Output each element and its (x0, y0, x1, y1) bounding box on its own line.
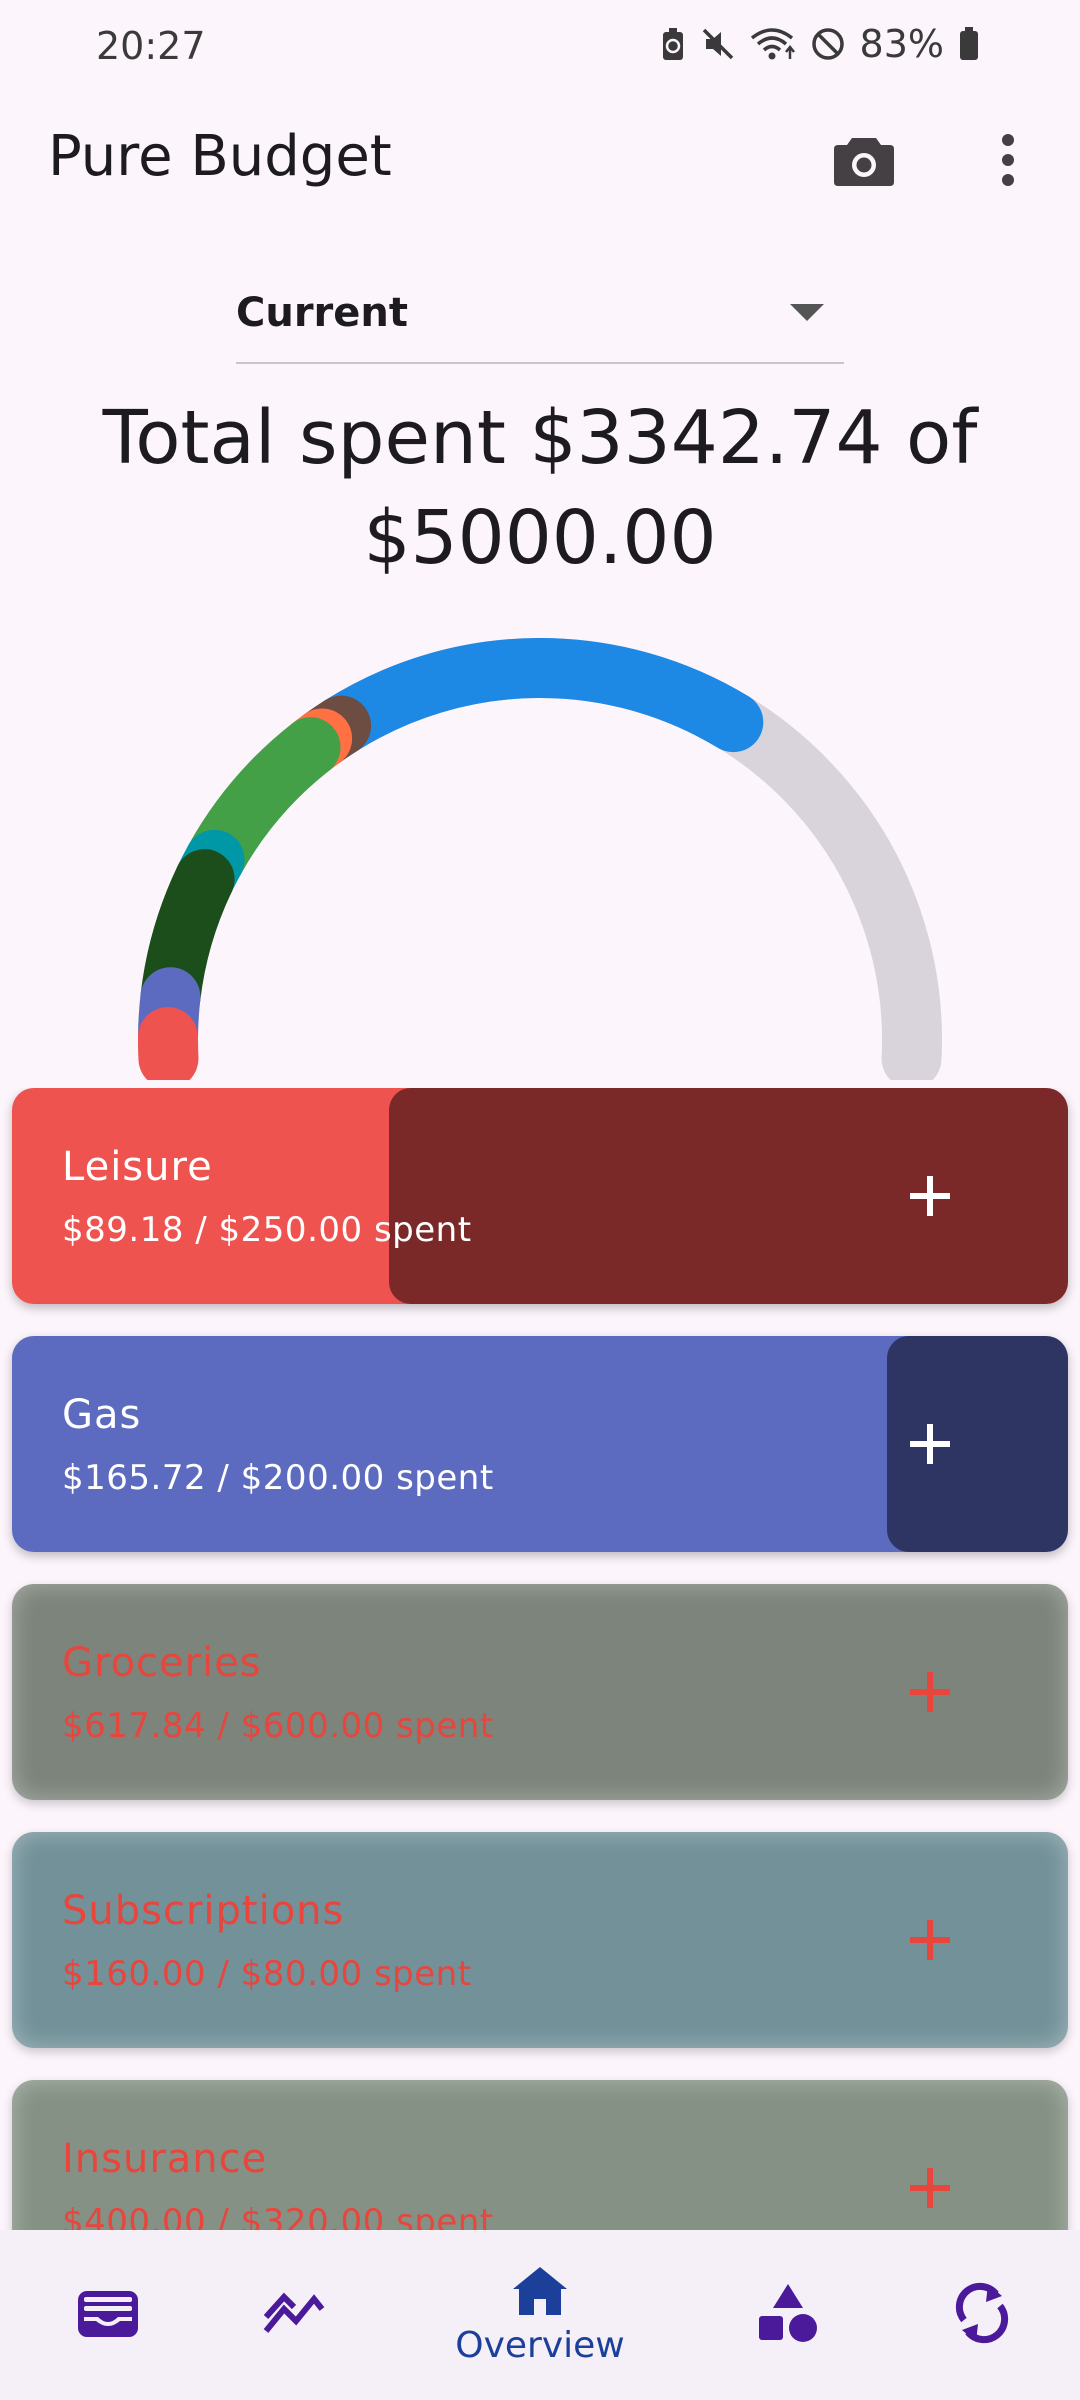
camera-icon (832, 132, 896, 192)
plus-icon (910, 1176, 950, 1216)
add-expense-button[interactable] (898, 1412, 962, 1476)
category-name: Insurance (62, 2136, 268, 2182)
nav-recurring[interactable] (874, 2230, 1080, 2400)
status-bar: 20:27 83% (0, 0, 1080, 96)
bottom-navigation: Overview (0, 2230, 1080, 2400)
total-spent-summary: Total spent $3342.74 of $5000.00 (102, 395, 978, 581)
category-name: Gas (62, 1392, 142, 1438)
category-card[interactable]: Gas $165.72 / $200.00 spent (12, 1336, 1068, 1552)
nav-overview-label: Overview (455, 2324, 625, 2366)
battery-icon (958, 26, 980, 62)
add-expense-button[interactable] (898, 2156, 962, 2220)
recurring-icon (954, 2282, 1010, 2348)
battery-saver-icon (660, 26, 686, 62)
spending-gauge (138, 638, 942, 1080)
category-amount: $165.72 / $200.00 spent (62, 1458, 494, 1498)
app-bar: Pure Budget (0, 110, 1080, 210)
gauge-segment (311, 638, 764, 756)
plus-icon (910, 1920, 950, 1960)
nav-categories[interactable] (680, 2230, 896, 2400)
add-expense-button[interactable] (898, 1164, 962, 1228)
camera-button[interactable] (826, 124, 902, 200)
battery-percent: 83% (859, 22, 944, 66)
category-card[interactable]: Groceries $617.84 / $600.00 spent (12, 1584, 1068, 1800)
category-progress-fill (389, 1088, 1068, 1304)
app-title: Pure Budget (48, 124, 392, 189)
more-vert-icon (1000, 132, 1016, 192)
plus-icon (910, 1424, 950, 1464)
add-expense-button[interactable] (898, 1660, 962, 1724)
status-time: 20:27 (96, 24, 206, 68)
trend-icon (262, 2291, 326, 2339)
gauge-track (138, 638, 942, 1080)
do-not-disturb-icon (810, 26, 846, 62)
category-amount: $400.00 / $320.00 spent (62, 2202, 494, 2230)
categories-icon (757, 2282, 819, 2348)
more-options-button[interactable] (978, 124, 1038, 200)
category-name: Leisure (62, 1144, 213, 1190)
category-name: Groceries (62, 1640, 262, 1686)
plus-icon (910, 2168, 950, 2208)
nav-wallet[interactable] (0, 2230, 216, 2400)
category-card[interactable]: Insurance $400.00 / $320.00 spent (12, 2080, 1068, 2230)
nav-overview[interactable]: Overview (432, 2230, 648, 2400)
category-card[interactable]: Leisure $89.18 / $250.00 spent (12, 1088, 1068, 1304)
nav-trends[interactable] (186, 2230, 402, 2400)
category-amount: $89.18 / $250.00 spent (62, 1210, 472, 1250)
period-dropdown[interactable]: Current (236, 280, 844, 364)
category-list: Leisure $89.18 / $250.00 spent Gas $165.72 … (0, 1088, 1080, 2230)
wallet-icon (76, 2287, 140, 2343)
wifi-icon (750, 26, 796, 62)
category-name: Subscriptions (62, 1888, 345, 1934)
category-amount: $160.00 / $80.00 spent (62, 1954, 472, 1994)
status-icons: 83% (660, 22, 980, 66)
add-expense-button[interactable] (898, 1908, 962, 1972)
category-amount: $617.84 / $600.00 spent (62, 1706, 494, 1746)
home-icon (511, 2265, 569, 2321)
screen: 20:27 83% Pure Budget Current Total spen… (0, 0, 1080, 2400)
dropdown-arrow-icon (790, 304, 824, 326)
plus-icon (910, 1672, 950, 1712)
period-selected-value: Current (236, 290, 409, 336)
mute-icon (700, 26, 736, 62)
category-card[interactable]: Subscriptions $160.00 / $80.00 spent (12, 1832, 1068, 2048)
